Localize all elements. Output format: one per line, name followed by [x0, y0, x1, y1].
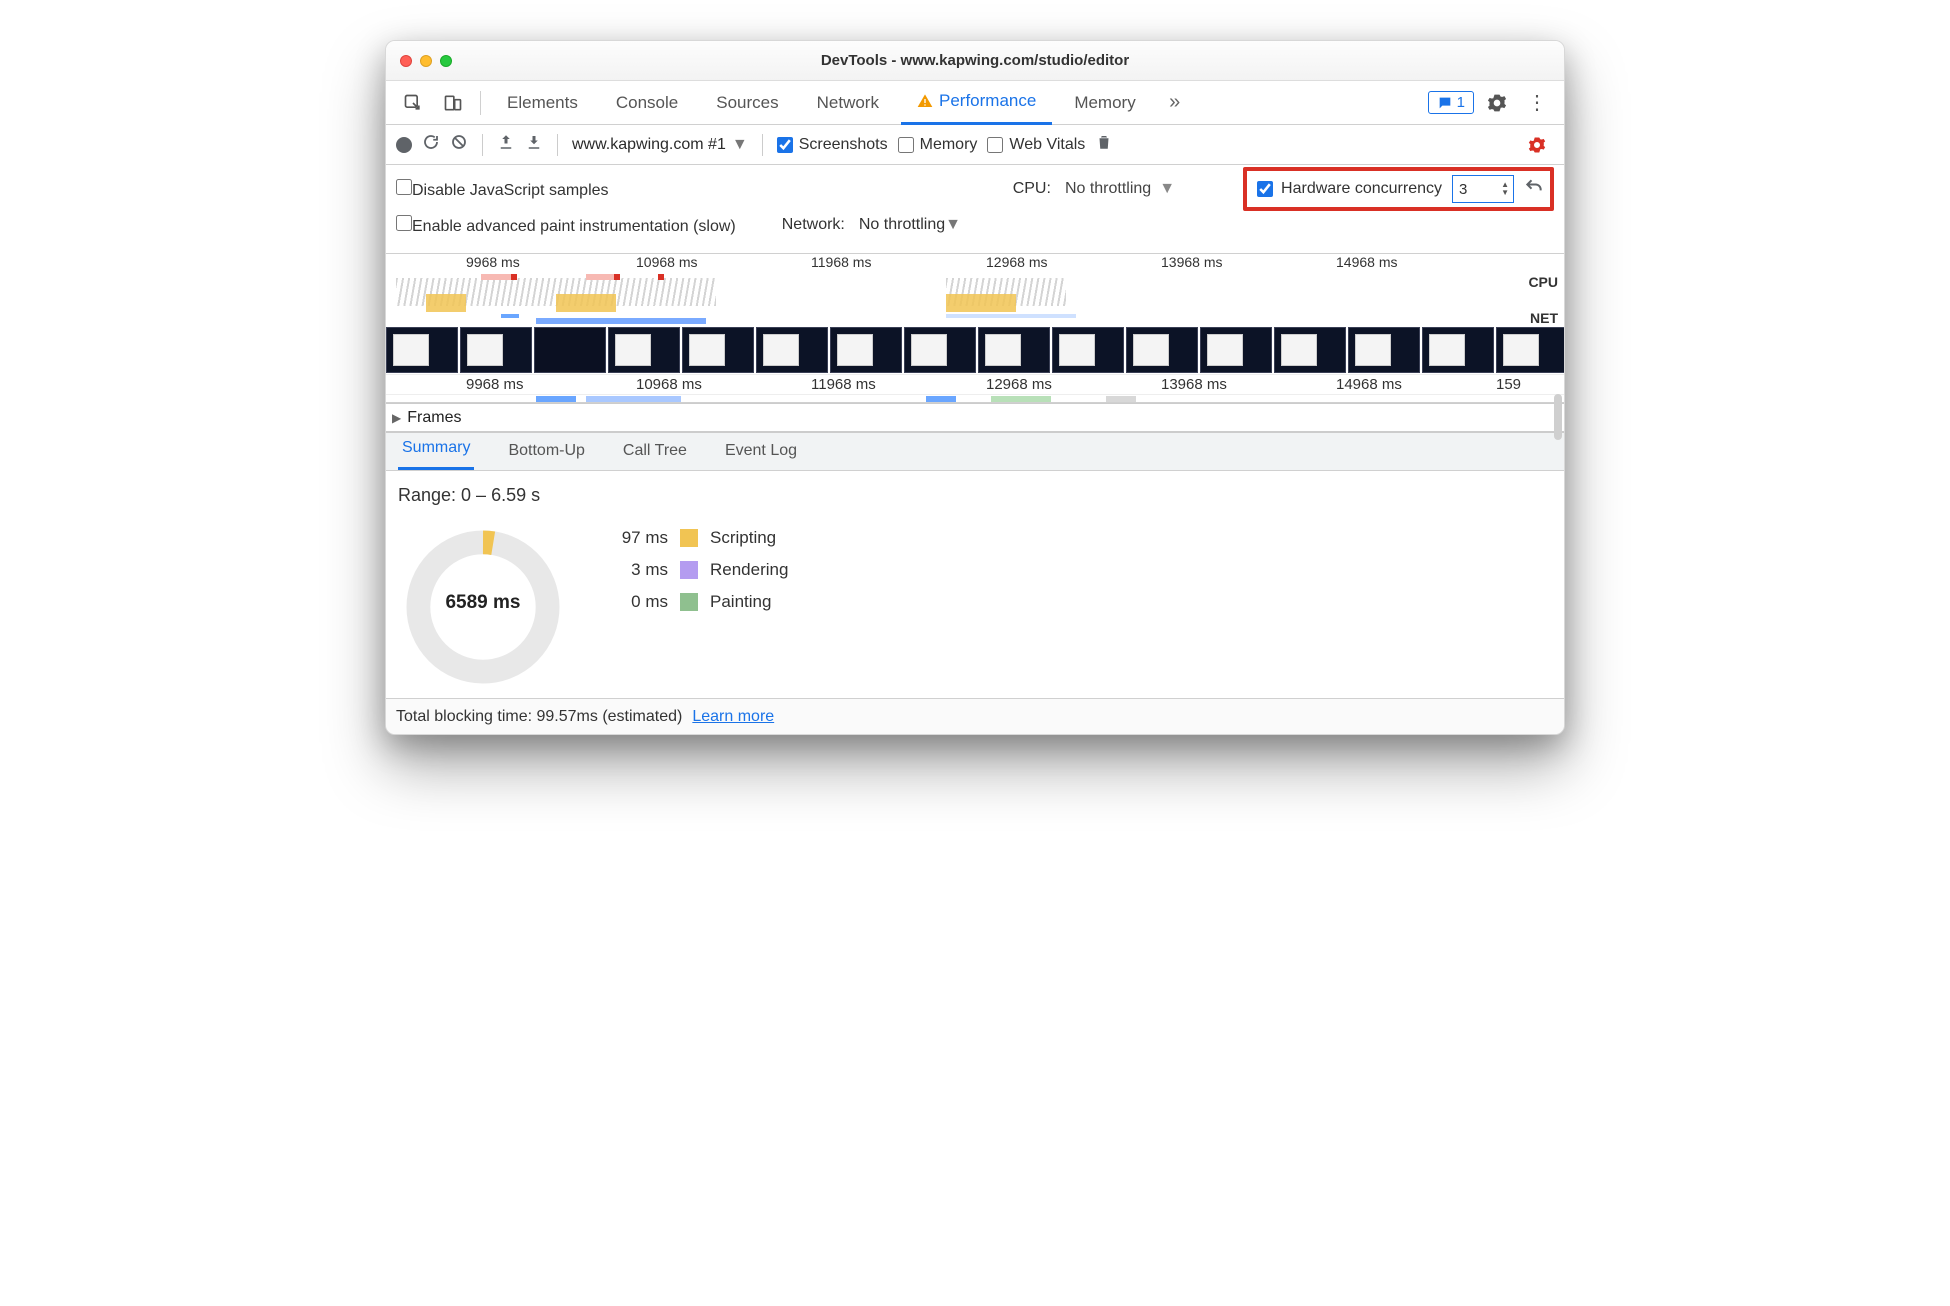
upload-icon[interactable]	[497, 133, 515, 156]
chevron-down-icon: ▼	[732, 136, 748, 154]
summary-panel: Range: 0 – 6.59 s 6589 ms 97 msScripting…	[386, 471, 1564, 698]
expand-triangle-icon: ▶	[392, 411, 401, 425]
summary-donut: 6589 ms	[398, 522, 568, 692]
network-mini-lane	[386, 394, 1564, 402]
capture-options: Disable JavaScript samples CPU: No throt…	[386, 165, 1564, 254]
net-overview-lane: NET	[386, 312, 1564, 326]
disable-js-checkbox[interactable]: Disable JavaScript samples	[396, 179, 609, 200]
tab-summary[interactable]: Summary	[398, 439, 474, 470]
cpu-lane-label: CPU	[1528, 274, 1558, 290]
minimize-window-button[interactable]	[420, 55, 432, 67]
learn-more-link[interactable]: Learn more	[692, 708, 774, 726]
page-select[interactable]: www.kapwing.com #1 ▼	[572, 136, 748, 154]
feedback-count: 1	[1457, 94, 1465, 111]
tab-performance[interactable]: Performance	[901, 81, 1052, 125]
screenshots-checkbox[interactable]: Screenshots	[777, 136, 888, 154]
tab-elements[interactable]: Elements	[491, 81, 594, 125]
tab-console[interactable]: Console	[600, 81, 694, 125]
legend-row: 3 msRendering	[598, 560, 788, 580]
performance-label: Performance	[939, 79, 1036, 123]
tab-sources[interactable]: Sources	[700, 81, 794, 125]
trash-icon[interactable]	[1095, 133, 1113, 156]
chat-icon	[1437, 95, 1453, 111]
tab-event-log[interactable]: Event Log	[721, 442, 801, 470]
hardware-concurrency-input[interactable]: 3 ▲▼	[1452, 175, 1514, 203]
clear-icon[interactable]	[450, 133, 468, 156]
perf-toolbar: www.kapwing.com #1 ▼ Screenshots Memory …	[386, 125, 1564, 165]
panel-tabstrip: Elements Console Sources Network Perform…	[386, 81, 1564, 125]
reload-icon[interactable]	[422, 133, 440, 156]
legend-row: 0 msPainting	[598, 592, 788, 612]
titlebar: DevTools - www.kapwing.com/studio/editor	[386, 41, 1564, 81]
tab-call-tree[interactable]: Call Tree	[619, 442, 691, 470]
overview-timeruler: 9968 ms 10968 ms 11968 ms 12968 ms 13968…	[386, 254, 1564, 272]
screenshot-filmstrip[interactable]	[386, 326, 1564, 374]
memory-checkbox[interactable]: Memory	[898, 136, 978, 154]
donut-center: 6589 ms	[398, 592, 568, 614]
gear-icon[interactable]	[1480, 86, 1514, 120]
network-throttle-select[interactable]: No throttling▼	[859, 216, 961, 234]
network-label: Network:	[782, 216, 845, 234]
device-toolbar-icon[interactable]	[436, 86, 470, 120]
legend-row: 97 msScripting	[598, 528, 788, 548]
tab-network[interactable]: Network	[801, 81, 895, 125]
cpu-throttle-select[interactable]: No throttling▼	[1065, 180, 1175, 198]
capture-settings-gear-icon[interactable]	[1520, 128, 1554, 162]
chevron-down-icon: ▼	[945, 216, 961, 233]
download-icon[interactable]	[525, 133, 543, 156]
inspect-icon[interactable]	[396, 86, 430, 120]
frames-label: Frames	[407, 409, 461, 427]
page-select-value: www.kapwing.com #1	[572, 136, 726, 154]
vertical-scrollbar[interactable]	[1554, 394, 1562, 440]
webvitals-checkbox[interactable]: Web Vitals	[987, 136, 1085, 154]
kebab-icon[interactable]: ⋮	[1520, 86, 1554, 120]
hardware-concurrency-group: Hardware concurrency 3 ▲▼	[1243, 167, 1554, 211]
close-window-button[interactable]	[400, 55, 412, 67]
swatch-rendering	[680, 561, 698, 579]
zoom-window-button[interactable]	[440, 55, 452, 67]
advanced-paint-checkbox[interactable]: Enable advanced paint instrumentation (s…	[396, 215, 736, 236]
overview-region[interactable]: 9968 ms 10968 ms 11968 ms 12968 ms 13968…	[386, 254, 1564, 403]
cpu-overview-lane: CPU	[386, 272, 1564, 312]
devtools-window: DevTools - www.kapwing.com/studio/editor…	[385, 40, 1565, 735]
frames-section[interactable]: ▶ Frames	[386, 403, 1564, 433]
warning-icon	[917, 93, 933, 109]
overflow-tabs-icon[interactable]: »	[1158, 86, 1192, 120]
feedback-badge[interactable]: 1	[1428, 91, 1474, 114]
swatch-painting	[680, 593, 698, 611]
undo-icon[interactable]	[1524, 177, 1544, 202]
tab-bottom-up[interactable]: Bottom-Up	[504, 442, 588, 470]
tbt-label: Total blocking time: 99.57ms (estimated)	[396, 708, 682, 726]
summary-legend: 97 msScripting 3 msRendering 0 msPaintin…	[598, 528, 788, 612]
footer-bar: Total blocking time: 99.57ms (estimated)…	[386, 698, 1564, 734]
range-label: Range: 0 – 6.59 s	[398, 485, 1552, 506]
record-button[interactable]	[396, 137, 412, 153]
net-lane-label: NET	[1530, 310, 1558, 326]
chevron-down-icon: ▼	[1159, 180, 1175, 198]
cpu-label: CPU:	[1013, 180, 1051, 198]
stepper-icon[interactable]: ▲▼	[1501, 181, 1509, 197]
tab-memory[interactable]: Memory	[1058, 81, 1151, 125]
detail-tabs: Summary Bottom-Up Call Tree Event Log	[386, 433, 1564, 471]
hardware-concurrency-checkbox[interactable]: Hardware concurrency	[1257, 180, 1442, 198]
swatch-scripting	[680, 529, 698, 547]
window-title: DevTools - www.kapwing.com/studio/editor	[386, 52, 1564, 69]
flamechart-timeruler: 9968 ms 10968 ms 11968 ms 12968 ms 13968…	[386, 374, 1564, 394]
